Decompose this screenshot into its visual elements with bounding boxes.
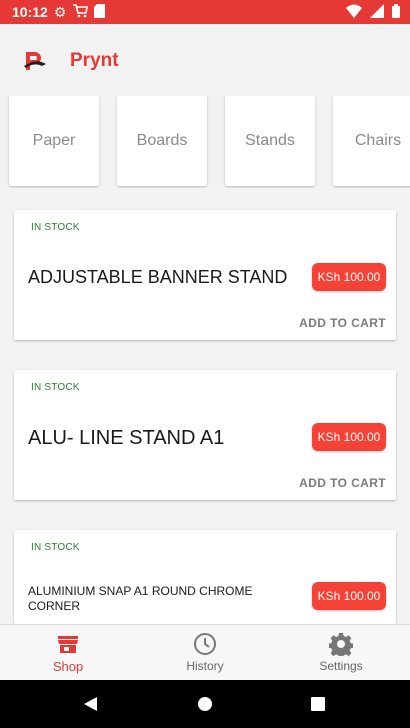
nav-history[interactable]: History <box>137 625 273 681</box>
price-badge: KSh 100.00 <box>312 263 386 291</box>
category-label: Paper <box>32 132 76 149</box>
home-icon[interactable] <box>198 697 212 716</box>
stock-status: IN STOCK <box>31 382 80 393</box>
product-card[interactable]: IN STOCK ALU- LINE STAND A1 KSh 100.00 A… <box>14 370 396 500</box>
product-name: ALUMINIUM SNAP A1 ROUND CHROME CORNER <box>28 584 253 613</box>
add-to-cart-button[interactable]: ADD TO CART <box>299 316 386 330</box>
nav-label: Shop <box>52 659 84 674</box>
recents-icon[interactable] <box>311 697 325 716</box>
category-label: Stands <box>245 132 295 149</box>
status-bar: 10:12 ⚙ <box>0 0 410 24</box>
status-time: 10:12 <box>12 4 48 20</box>
nav-settings[interactable]: Settings <box>273 625 409 681</box>
product-card[interactable]: IN STOCK ADJUSTABLE BANNER STAND KSh 100… <box>14 210 396 340</box>
battery-icon <box>392 4 400 23</box>
category-chairs[interactable]: Chairs <box>333 96 410 186</box>
gear-icon: ⚙ <box>53 4 67 20</box>
system-navigation-bar <box>0 680 410 728</box>
price-badge: KSh 100.00 <box>312 582 386 610</box>
sd-card-icon <box>94 4 106 20</box>
product-card[interactable]: IN STOCK ALUMINIUM SNAP A1 ROUND CHROME … <box>14 530 396 624</box>
nav-label: History <box>186 659 224 673</box>
nav-label: Settings <box>319 659 363 673</box>
stock-status: IN STOCK <box>31 222 80 233</box>
product-name: ALU- LINE STAND A1 <box>28 427 225 449</box>
history-icon <box>193 632 217 656</box>
category-label: Chairs <box>354 132 402 149</box>
nav-shop[interactable]: Shop <box>0 625 136 681</box>
app-title: Prynt <box>70 50 119 71</box>
product-name: ADJUSTABLE BANNER STAND <box>28 267 288 287</box>
price-badge: KSh 100.00 <box>312 423 386 451</box>
signal-icon <box>370 4 384 23</box>
category-boards[interactable]: Boards <box>117 96 207 186</box>
category-paper[interactable]: Paper <box>9 96 99 186</box>
back-icon[interactable] <box>84 697 98 716</box>
category-list: Paper Boards Stands Chairs <box>0 96 410 188</box>
wifi-icon <box>346 4 362 23</box>
category-stands[interactable]: Stands <box>225 96 315 186</box>
category-label: Boards <box>136 132 188 149</box>
app-bar: Prynt <box>0 24 410 96</box>
cart-notification-icon <box>72 4 89 20</box>
stock-status: IN STOCK <box>31 542 80 553</box>
add-to-cart-button[interactable]: ADD TO CART <box>299 476 386 490</box>
bottom-navigation: Shop History Settings <box>0 624 410 681</box>
store-icon <box>56 632 80 656</box>
gear-icon <box>328 632 354 659</box>
prynt-logo-icon <box>22 50 48 72</box>
